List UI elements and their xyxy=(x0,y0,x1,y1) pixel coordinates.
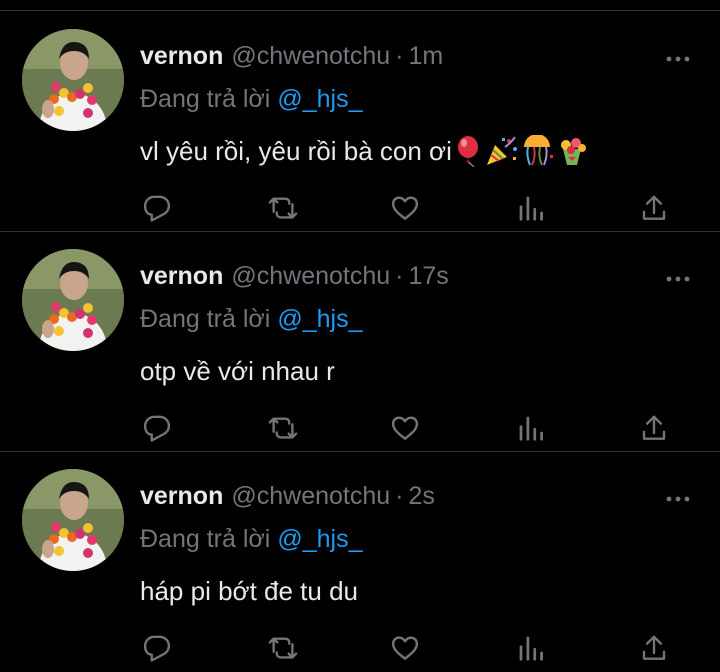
timestamp[interactable]: 1m xyxy=(409,39,444,73)
reply-context: Đang trả lời @_hjs_ xyxy=(140,302,363,336)
tweet-card[interactable]: vernon @chwenotchu · 17s Đang trả lời @_h… xyxy=(0,231,720,451)
balloon-emoji-icon xyxy=(457,136,478,167)
like-icon xyxy=(391,196,419,220)
analytics-icon xyxy=(519,416,543,441)
like-icon xyxy=(391,416,419,440)
retweet-icon xyxy=(268,637,298,659)
display-name[interactable]: vernon xyxy=(140,39,223,73)
more-options-button[interactable] xyxy=(658,47,698,71)
retweet-button[interactable] xyxy=(266,191,300,225)
reply-to-handle[interactable]: @_hjs_ xyxy=(277,85,362,113)
tweet-text: otp về với nhau r xyxy=(140,352,335,390)
reply-prefix: Đang trả lời xyxy=(140,525,271,553)
retweet-button[interactable] xyxy=(266,411,300,445)
timestamp[interactable]: 17s xyxy=(409,259,449,293)
reply-to-handle[interactable]: @_hjs_ xyxy=(277,525,362,553)
like-icon xyxy=(391,636,419,660)
tweet-header: vernon @chwenotchu · 2s xyxy=(140,479,435,513)
analytics-button[interactable] xyxy=(514,631,548,665)
avatar[interactable] xyxy=(22,469,124,571)
reply-context: Đang trả lời @_hjs_ xyxy=(140,82,363,116)
user-handle[interactable]: @chwenotchu xyxy=(231,259,390,293)
analytics-button[interactable] xyxy=(514,191,548,225)
party-popper-emoji-icon xyxy=(486,136,517,165)
reply-button[interactable] xyxy=(140,631,174,665)
display-name[interactable]: vernon xyxy=(140,259,223,293)
tweet-text: háp pi bớt đe tu du xyxy=(140,572,358,610)
separator-dot: · xyxy=(395,482,404,510)
reply-icon xyxy=(143,635,171,662)
more-icon xyxy=(666,276,690,282)
display-name[interactable]: vernon xyxy=(140,479,223,513)
share-button[interactable] xyxy=(637,191,671,225)
confetti-ball-emoji-icon xyxy=(523,135,553,166)
avatar[interactable] xyxy=(22,29,124,131)
bouquet-emoji-icon xyxy=(560,138,586,165)
tweet-card[interactable]: vernon @chwenotchu · 2s Đang trả lời @_hj… xyxy=(0,451,720,671)
like-button[interactable] xyxy=(388,191,422,225)
more-icon xyxy=(666,496,690,502)
tweet-feed: vernon @chwenotchu · 1m Đang trả lời @_hj… xyxy=(0,0,720,672)
like-button[interactable] xyxy=(388,411,422,445)
reply-prefix: Đang trả lời xyxy=(140,85,271,113)
share-icon xyxy=(642,195,666,220)
tweet-text-content: vl yêu rồi, yêu rồi bà con ơi xyxy=(140,136,452,166)
reply-icon xyxy=(143,415,171,442)
avatar-image xyxy=(22,29,124,131)
avatar-image xyxy=(22,249,124,351)
retweet-button[interactable] xyxy=(266,631,300,665)
reply-to-handle[interactable]: @_hjs_ xyxy=(277,305,362,333)
share-icon xyxy=(642,635,666,660)
user-handle[interactable]: @chwenotchu xyxy=(231,39,390,73)
timestamp[interactable]: 2s xyxy=(409,479,435,513)
more-options-button[interactable] xyxy=(658,267,698,291)
separator-dot: · xyxy=(395,262,404,290)
analytics-button[interactable] xyxy=(514,411,548,445)
tweet-card[interactable]: vernon @chwenotchu · 1m Đang trả lời @_hj… xyxy=(0,11,720,231)
tweet-text-content: háp pi bớt đe tu du xyxy=(140,576,358,606)
reply-prefix: Đang trả lời xyxy=(140,305,271,333)
reply-button[interactable] xyxy=(140,191,174,225)
tweet-text-content: otp về với nhau r xyxy=(140,356,335,386)
share-icon xyxy=(642,415,666,440)
reply-button[interactable] xyxy=(140,411,174,445)
share-button[interactable] xyxy=(637,631,671,665)
tweet-header: vernon @chwenotchu · 17s xyxy=(140,259,449,293)
avatar-image xyxy=(22,469,124,571)
retweet-icon xyxy=(268,417,298,439)
like-button[interactable] xyxy=(388,631,422,665)
user-handle[interactable]: @chwenotchu xyxy=(231,479,390,513)
retweet-icon xyxy=(268,197,298,219)
tweet-header: vernon @chwenotchu · 1m xyxy=(140,39,443,73)
reply-context: Đang trả lời @_hjs_ xyxy=(140,522,363,556)
share-button[interactable] xyxy=(637,411,671,445)
avatar[interactable] xyxy=(22,249,124,351)
tweet-text: vl yêu rồi, yêu rồi bà con ơi xyxy=(140,132,589,170)
separator-dot: · xyxy=(395,42,404,70)
more-icon xyxy=(666,56,690,62)
analytics-icon xyxy=(519,636,543,661)
emoji-group xyxy=(454,135,589,167)
more-options-button[interactable] xyxy=(658,487,698,511)
analytics-icon xyxy=(519,196,543,221)
reply-icon xyxy=(143,195,171,222)
